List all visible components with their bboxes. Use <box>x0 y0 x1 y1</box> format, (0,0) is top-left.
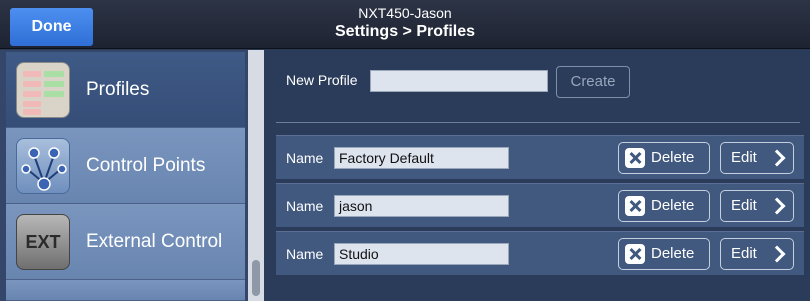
header-bar: Done NXT450-Jason Settings > Profiles <box>0 0 810 49</box>
profile-name-field[interactable]: Studio <box>334 243 509 265</box>
name-label: Name <box>286 150 324 166</box>
edit-button[interactable]: Edit <box>720 142 794 174</box>
delete-button[interactable]: Delete <box>618 190 710 222</box>
sidebar-item-label: Control Points <box>86 155 206 176</box>
delete-button[interactable]: Delete <box>618 142 710 174</box>
sidebar-item-external-control[interactable]: EXT External Control <box>6 204 245 280</box>
sidebar-item-label: External Control <box>86 231 223 252</box>
profile-row: Name Studio Delete Edit <box>276 231 804 275</box>
title-area: NXT450-Jason Settings > Profiles <box>0 5 810 42</box>
profile-name-field[interactable]: Factory Default <box>334 147 509 169</box>
profile-row: Name Factory Default Delete Edit <box>276 135 804 179</box>
edit-label: Edit <box>731 149 757 166</box>
edit-label: Edit <box>731 245 757 262</box>
profile-name-field[interactable]: jason <box>334 195 509 217</box>
sidebar: Profiles Control Points EXT External Con… <box>0 50 248 301</box>
edit-button[interactable]: Edit <box>720 238 794 270</box>
edit-button[interactable]: Edit <box>720 190 794 222</box>
sidebar-scrollbar-thumb[interactable] <box>252 260 260 296</box>
name-label: Name <box>286 198 324 214</box>
edit-label: Edit <box>731 197 757 214</box>
new-profile-label: New Profile <box>286 72 358 88</box>
ext-icon: EXT <box>16 214 70 270</box>
divider <box>276 122 800 123</box>
device-name: NXT450-Jason <box>358 5 452 21</box>
delete-label: Delete <box>651 149 695 166</box>
delete-button[interactable]: Delete <box>618 238 710 270</box>
close-icon <box>625 244 645 264</box>
profiles-icon <box>16 62 70 118</box>
delete-label: Delete <box>651 245 695 262</box>
create-button[interactable]: Create <box>556 66 630 98</box>
chevron-right-icon <box>768 245 786 263</box>
sidebar-item-label: Profiles <box>86 79 150 100</box>
sidebar-item-partial <box>6 280 245 301</box>
profile-row: Name jason Delete Edit <box>276 183 804 227</box>
page-title: Settings > Profiles <box>334 23 476 40</box>
chevron-right-icon <box>768 197 786 215</box>
close-icon <box>625 196 645 216</box>
chevron-right-icon <box>768 149 786 167</box>
control-points-icon <box>16 138 70 194</box>
delete-label: Delete <box>651 197 695 214</box>
name-label: Name <box>286 246 324 262</box>
new-profile-input[interactable] <box>370 70 548 92</box>
sidebar-item-control-points[interactable]: Control Points <box>6 128 245 204</box>
new-profile-row: New Profile Create <box>264 50 810 122</box>
sidebar-item-profiles[interactable]: Profiles <box>6 52 245 128</box>
close-icon <box>625 148 645 168</box>
profiles-panel: New Profile Create Name Factory Default … <box>264 50 810 301</box>
